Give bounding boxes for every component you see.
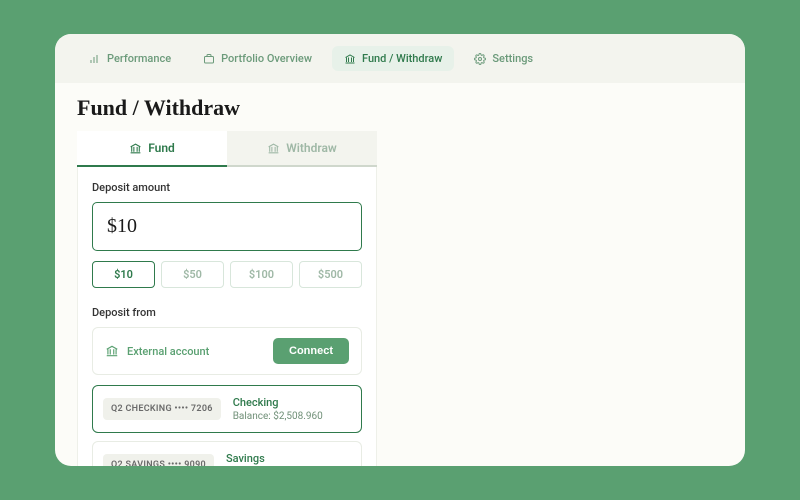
tab-content: Deposit amount $10 $50 $100 $500 Deposit… [77,167,377,466]
account-option-savings[interactable]: Q2 SAVINGS •••• 9090 Savings Balance: $1… [92,441,362,466]
deposit-amount-input[interactable] [92,202,362,251]
bank-icon [267,142,280,155]
bank-icon [344,53,356,65]
account-name: Savings [226,452,322,465]
external-account-row: External account Connect [92,327,362,375]
nav-portfolio-overview[interactable]: Portfolio Overview [191,46,324,71]
external-account-left: External account [105,344,209,358]
bank-icon [129,142,142,155]
briefcase-icon [203,53,215,65]
account-info: Checking Balance: $2,508.960 [233,396,323,422]
bank-icon [105,344,119,358]
quick-amount-10[interactable]: $10 [92,261,155,288]
quick-amount-50[interactable]: $50 [161,261,224,288]
account-chip: Q2 SAVINGS •••• 9090 [103,454,214,466]
external-account-label: External account [127,345,209,358]
tab-label: Fund [148,141,175,155]
tab-fund[interactable]: Fund [77,131,227,167]
tab-label: Withdraw [286,141,337,155]
account-balance: Balance: $2,508.960 [233,411,323,422]
nav-label: Portfolio Overview [221,52,312,65]
nav-label: Fund / Withdraw [362,52,442,65]
app-window: Performance Portfolio Overview Fund / Wi… [55,34,745,466]
nav-label: Settings [492,52,533,65]
deposit-amount-label: Deposit amount [92,181,362,194]
nav-settings[interactable]: Settings [462,46,545,71]
page-body: Fund / Withdraw Fund Withdraw Deposit am… [55,83,745,466]
nav-fund-withdraw[interactable]: Fund / Withdraw [332,46,454,71]
account-chip: Q2 CHECKING •••• 7206 [103,398,221,420]
top-nav: Performance Portfolio Overview Fund / Wi… [55,34,745,83]
nav-label: Performance [107,52,171,65]
deposit-from-label: Deposit from [92,306,362,319]
quick-amount-100[interactable]: $100 [230,261,293,288]
quick-amount-500[interactable]: $500 [299,261,362,288]
account-option-checking[interactable]: Q2 CHECKING •••• 7206 Checking Balance: … [92,385,362,433]
tab-bar: Fund Withdraw [77,131,377,167]
fund-withdraw-panel: Fund Withdraw Deposit amount $10 $50 $10… [77,131,377,466]
bar-chart-icon [89,53,101,65]
nav-performance[interactable]: Performance [77,46,183,71]
tab-withdraw[interactable]: Withdraw [227,131,377,167]
connect-button[interactable]: Connect [273,338,349,364]
account-info: Savings Balance: $15,244.020 [226,452,322,466]
quick-amount-row: $10 $50 $100 $500 [92,261,362,288]
gear-icon [474,53,486,65]
account-name: Checking [233,396,323,409]
page-title: Fund / Withdraw [77,95,723,121]
